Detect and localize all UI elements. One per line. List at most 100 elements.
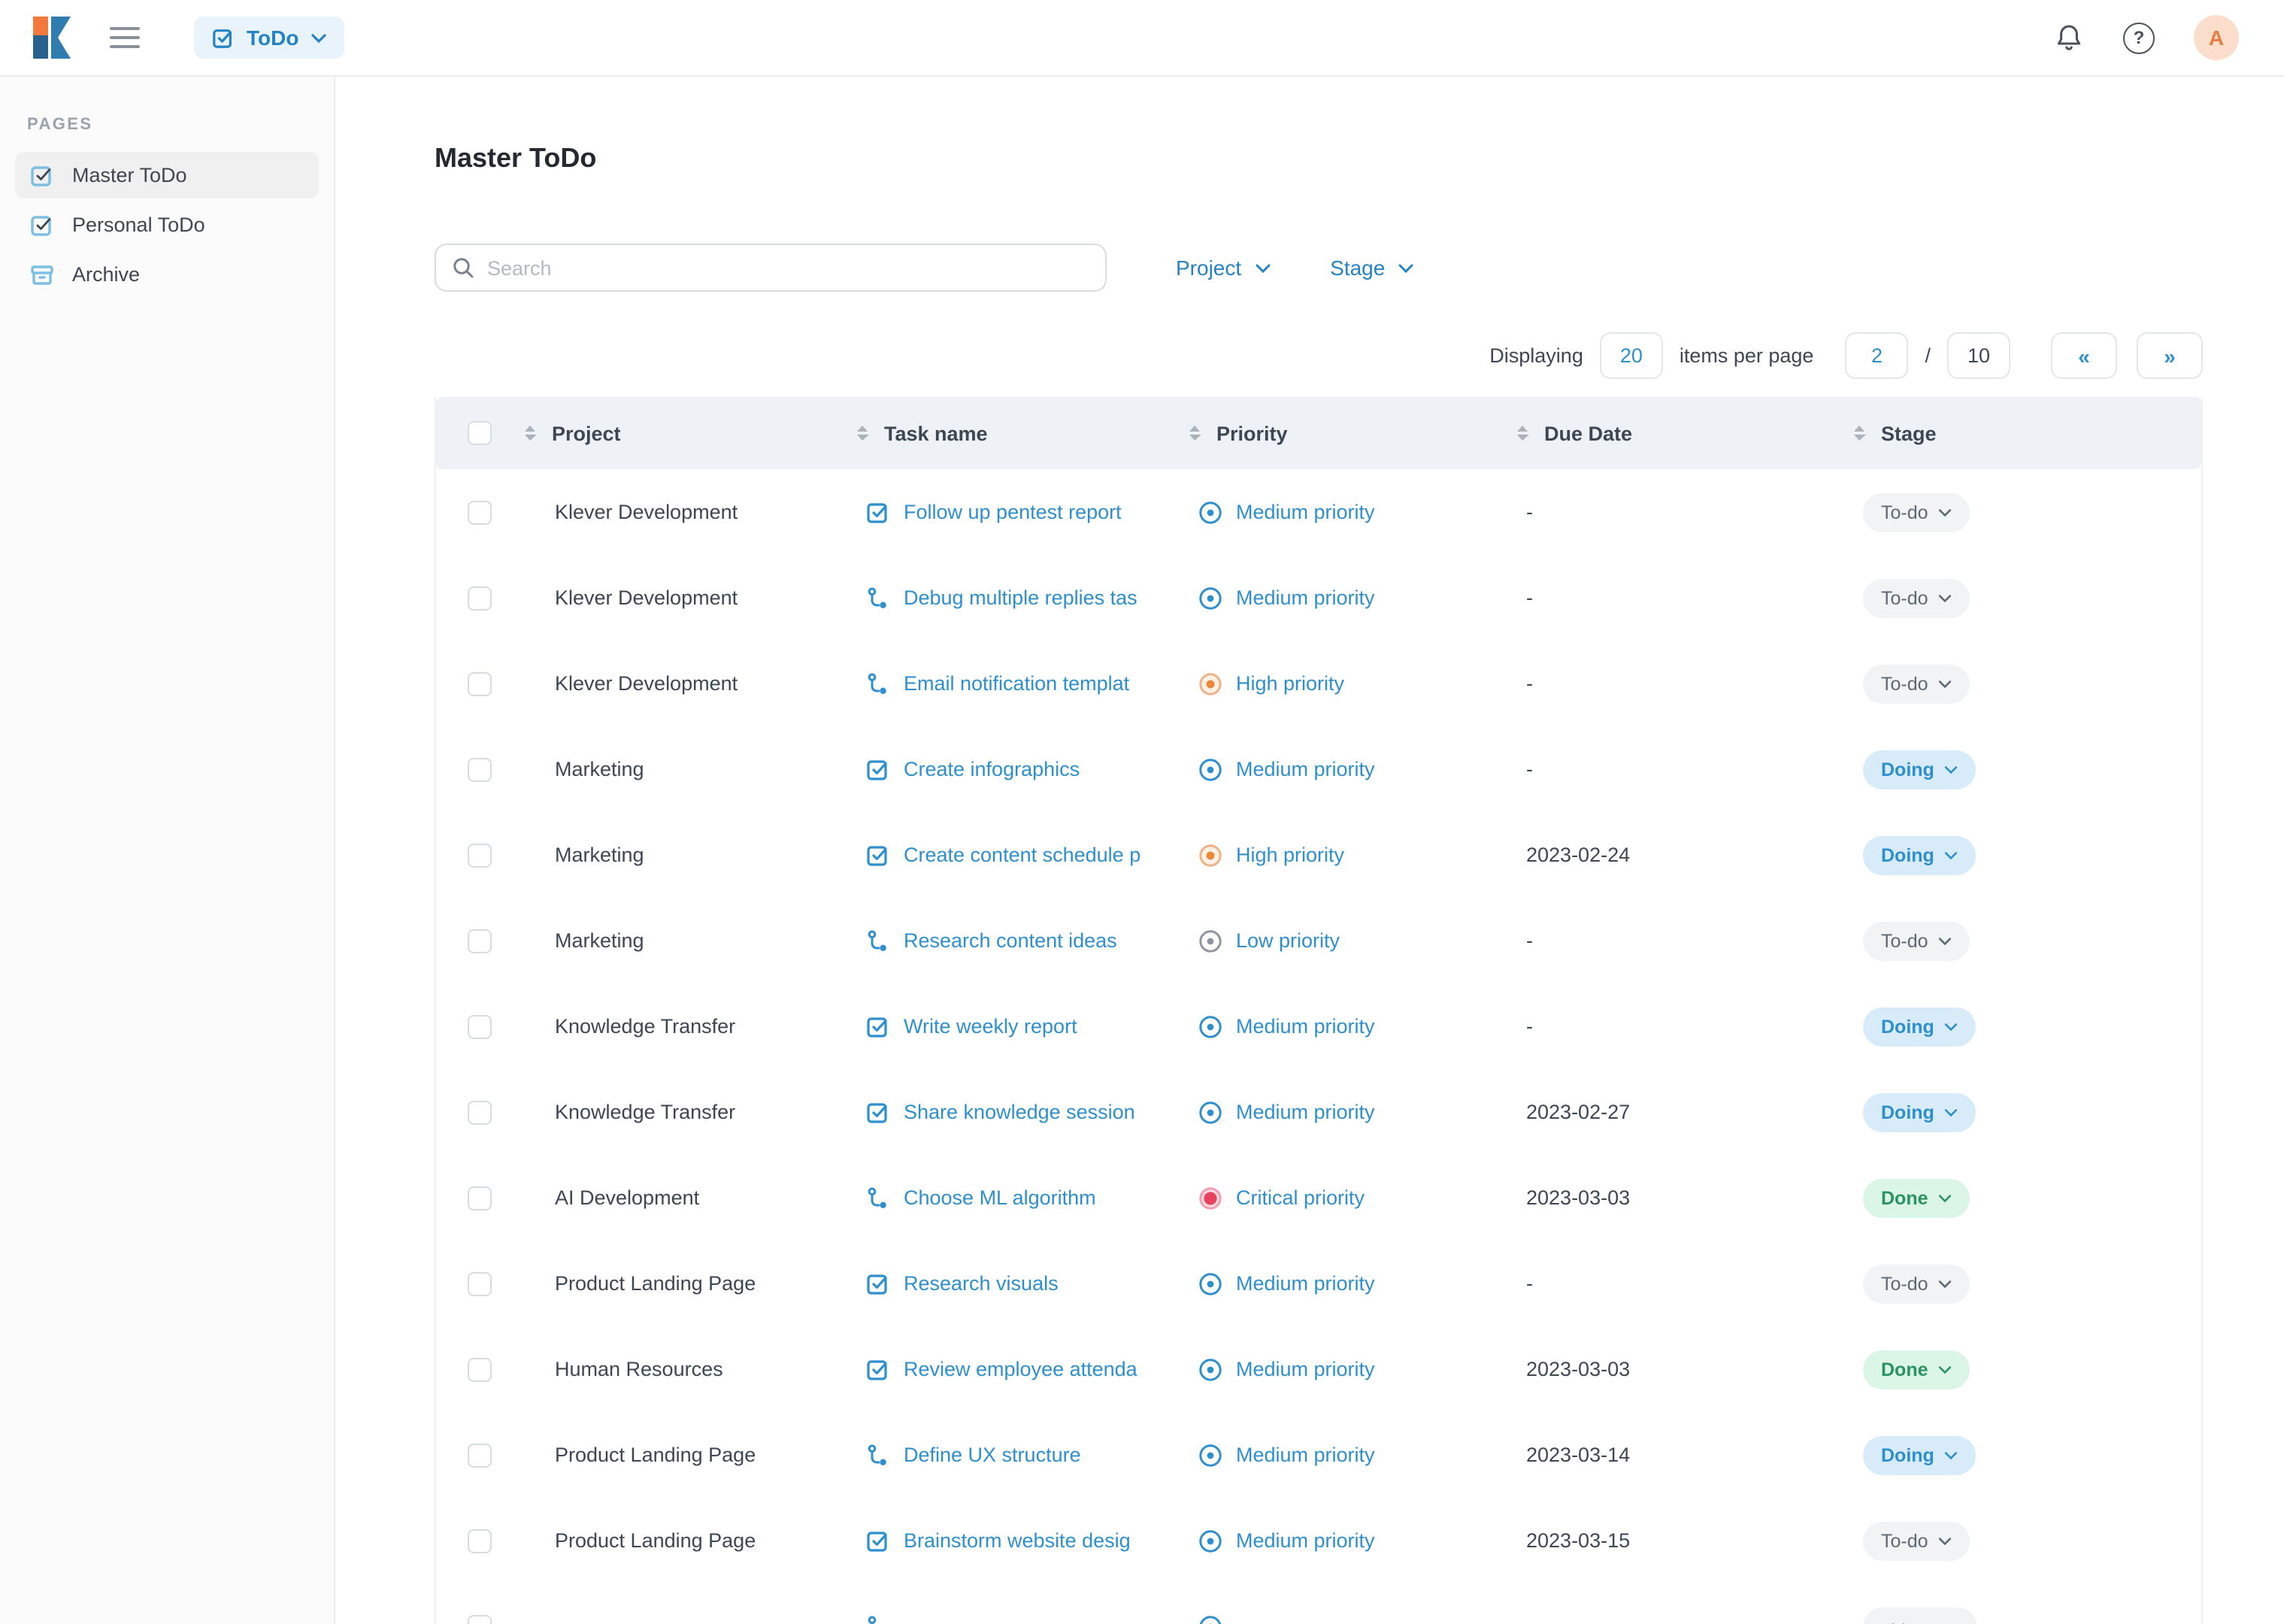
table-row: Human Resources Review employee attenda … — [436, 1326, 2201, 1412]
priority-cell[interactable]: Medium priority — [1188, 1014, 1516, 1038]
tasks-table: Project Task name Priority Due Date Stag… — [435, 397, 2203, 1624]
notifications-bell-icon[interactable] — [2054, 22, 2084, 53]
prev-page-button[interactable]: « — [2051, 332, 2117, 379]
due-date-cell: - — [1526, 586, 1533, 609]
stage-badge-dropdown[interactable]: To-do — [1863, 1521, 1970, 1560]
priority-cell[interactable]: Low priority — [1188, 929, 1516, 953]
stage-badge-dropdown[interactable]: Done — [1863, 1350, 1970, 1389]
task-link[interactable]: Share knowledge session — [904, 1101, 1135, 1123]
stage-badge-dropdown[interactable]: Doing — [1863, 1092, 1977, 1132]
priority-cell[interactable]: Medium priority — [1188, 1529, 1516, 1553]
row-checkbox[interactable] — [468, 1271, 492, 1295]
stage-badge-dropdown[interactable]: To-do — [1863, 492, 1970, 532]
priority-cell[interactable]: Medium priority — [1188, 1271, 1516, 1295]
priority-icon — [1198, 929, 1222, 953]
sidebar-item-archive[interactable]: Archive — [15, 251, 319, 298]
sidebar-item-personal-todo[interactable]: Personal ToDo — [15, 201, 319, 248]
search-input[interactable] — [435, 244, 1107, 292]
page-separator: / — [1925, 344, 1931, 367]
stage-badge-dropdown[interactable]: To-do — [1863, 921, 1970, 960]
table-row: Knowledge Transfer Write weekly report M… — [436, 983, 2201, 1069]
row-checkbox[interactable] — [468, 1357, 492, 1381]
priority-cell[interactable]: High priority — [1188, 671, 1516, 695]
priority-cell[interactable]: Medium priority — [1188, 1443, 1516, 1467]
task-link[interactable]: Choose ML algorithm — [904, 1186, 1096, 1209]
priority-cell[interactable]: Medium priority — [1188, 586, 1516, 610]
brand-logo-icon[interactable] — [33, 17, 71, 59]
row-checkbox[interactable] — [468, 1443, 492, 1467]
task-link[interactable]: Research visuals — [904, 1272, 1059, 1295]
task-link[interactable]: Email notification templat — [904, 672, 1129, 695]
hamburger-menu-icon[interactable] — [110, 27, 140, 48]
row-checkbox[interactable] — [468, 843, 492, 867]
task-link[interactable]: Create content schedule p — [904, 844, 1140, 866]
task-link[interactable]: Define UX structure — [904, 1444, 1081, 1466]
current-page-input[interactable]: 2 — [1845, 332, 1909, 379]
column-header-priority[interactable]: Priority — [1188, 422, 1516, 444]
row-checkbox[interactable] — [468, 1100, 492, 1124]
task-link[interactable]: Research content ideas — [904, 929, 1117, 952]
priority-cell[interactable]: Medium priority — [1188, 1100, 1516, 1124]
next-page-button[interactable]: » — [2137, 332, 2203, 379]
stage-badge-dropdown[interactable] — [1863, 1607, 1977, 1624]
table-header-checkbox[interactable] — [468, 421, 492, 445]
row-checkbox[interactable] — [468, 757, 492, 781]
pagination-bar: Displaying 20 items per page 2 / 10 « » — [435, 332, 2203, 379]
row-checkbox[interactable] — [468, 586, 492, 610]
project-cell: Human Resources — [555, 1358, 723, 1380]
priority-cell[interactable] — [1188, 1614, 1516, 1624]
row-checkbox[interactable] — [468, 1529, 492, 1553]
priority-icon — [1198, 1271, 1222, 1295]
priority-label: Medium priority — [1236, 1101, 1375, 1123]
stage-cell: To-do — [1852, 921, 2201, 960]
row-checkbox[interactable] — [468, 929, 492, 953]
task-link[interactable]: Debug multiple replies tas — [904, 586, 1137, 609]
task-link[interactable]: Review employee attenda — [904, 1358, 1137, 1380]
sidebar-item-master-todo[interactable]: Master ToDo — [15, 152, 319, 198]
due-date-cell: 2023-03-14 — [1526, 1444, 1631, 1466]
row-checkbox[interactable] — [468, 1614, 492, 1624]
column-header-stage[interactable]: Stage — [1852, 422, 2201, 444]
help-glyph: ? — [2133, 27, 2145, 48]
user-avatar[interactable]: A — [2194, 15, 2239, 60]
stage-badge-dropdown[interactable]: To-do — [1863, 664, 1970, 703]
column-header-due-date[interactable]: Due Date — [1516, 422, 1852, 444]
task-link[interactable]: Brainstorm website desig — [904, 1529, 1131, 1552]
stage-badge-dropdown[interactable]: To-do — [1863, 578, 1970, 617]
task-link[interactable]: Write weekly report — [904, 1015, 1077, 1038]
project-cell: Product Landing Page — [555, 1529, 756, 1552]
stage-filter-dropdown[interactable]: Stage — [1330, 256, 1413, 280]
column-header-project[interactable]: Project — [523, 422, 856, 444]
stage-badge-dropdown[interactable]: To-do — [1863, 1264, 1970, 1303]
priority-icon — [1198, 757, 1222, 781]
main-content: Master ToDo Project Stage Displaying — [337, 77, 2284, 1624]
priority-cell[interactable]: Medium priority — [1188, 1357, 1516, 1381]
task-link[interactable]: Create infographics — [904, 758, 1080, 780]
workspace-switcher[interactable]: ToDo — [194, 17, 344, 59]
project-filter-dropdown[interactable]: Project — [1176, 256, 1270, 280]
stage-badge-dropdown[interactable]: Doing — [1863, 835, 1977, 874]
help-icon[interactable]: ? — [2123, 22, 2155, 53]
row-checkbox[interactable] — [468, 1186, 492, 1210]
task-type-icon — [866, 757, 890, 781]
row-checkbox[interactable] — [468, 671, 492, 695]
priority-label: Medium priority — [1236, 1272, 1375, 1295]
row-checkbox[interactable] — [468, 1014, 492, 1038]
table-body: Klever Development Follow up pentest rep… — [436, 469, 2201, 1624]
priority-cell[interactable]: Medium priority — [1188, 500, 1516, 524]
items-per-page-input[interactable]: 20 — [1599, 332, 1663, 379]
priority-cell[interactable]: High priority — [1188, 843, 1516, 867]
stage-label: To-do — [1881, 1530, 1928, 1551]
column-header-task-name[interactable]: Task name — [856, 422, 1188, 444]
task-link[interactable]: Follow up pentest report — [904, 501, 1122, 523]
row-checkbox[interactable] — [468, 500, 492, 524]
stage-badge-dropdown[interactable]: Doing — [1863, 1007, 1977, 1046]
priority-cell[interactable]: Medium priority — [1188, 757, 1516, 781]
priority-icon — [1198, 500, 1222, 524]
stage-badge-dropdown[interactable]: Done — [1863, 1178, 1970, 1217]
displaying-label: Displaying — [1489, 344, 1583, 367]
priority-label: Medium priority — [1236, 501, 1375, 523]
priority-cell[interactable]: Critical priority — [1188, 1186, 1516, 1210]
stage-badge-dropdown[interactable]: Doing — [1863, 1435, 1977, 1474]
stage-badge-dropdown[interactable]: Doing — [1863, 750, 1977, 789]
